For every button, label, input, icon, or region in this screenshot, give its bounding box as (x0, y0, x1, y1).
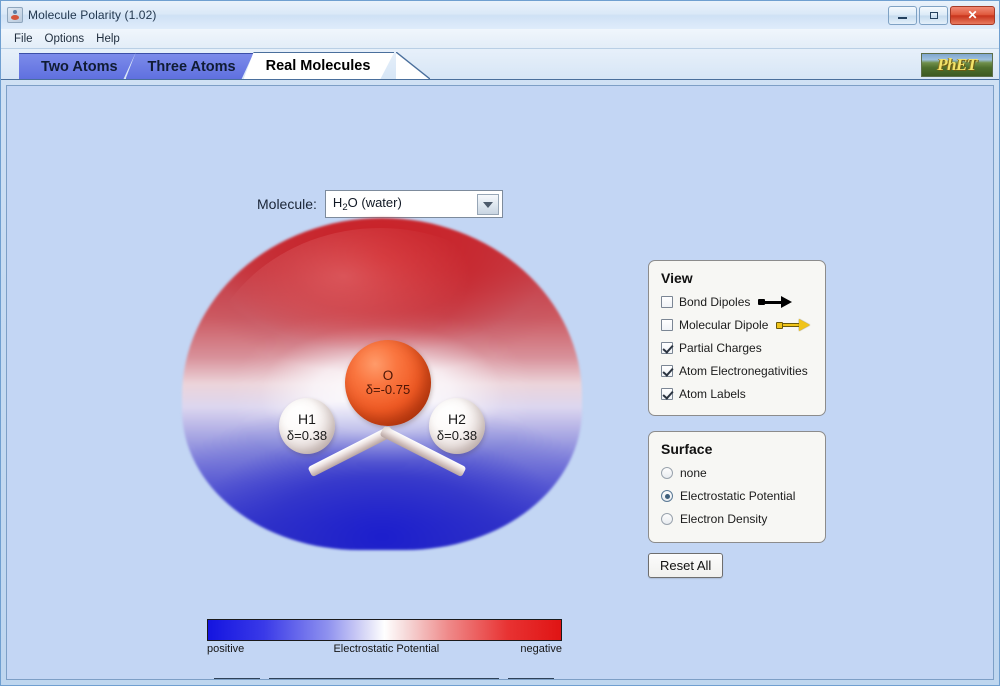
tab-label: Two Atoms (41, 58, 118, 75)
maximize-icon (920, 7, 947, 24)
checkbox-label: Atom Electronegativities (679, 364, 808, 378)
checkbox-bond-dipoles[interactable] (661, 296, 673, 308)
molecule-selector-row: Molecule: H2O (water) (257, 190, 503, 218)
tab-label: Real Molecules (265, 58, 371, 74)
checkbox-atom-electronegativities[interactable] (661, 365, 673, 377)
checkbox-row-atom-labels[interactable]: Atom Labels (661, 387, 825, 401)
window-title: Molecule Polarity (1.02) (28, 8, 157, 22)
radio-label: none (680, 466, 707, 480)
element-box-b[interactable]: B 2.0 (269, 678, 315, 679)
molecule-dropdown[interactable]: H2O (water) (324, 190, 503, 218)
tab-label: Three Atoms (147, 58, 236, 75)
checkbox-label: Bond Dipoles (679, 295, 751, 309)
checkbox-molecular-dipole[interactable] (661, 319, 673, 331)
molecule-value: H2O (water) (332, 195, 402, 213)
color-key-right-label: negative (520, 643, 562, 655)
radio-row-electron-density[interactable]: Electron Density (661, 512, 825, 526)
menu-item-file[interactable]: File (8, 32, 39, 46)
radio-row-none[interactable]: none (661, 466, 825, 480)
tab-two-atoms[interactable]: Two Atoms (19, 53, 136, 79)
atom-symbol: H2 (448, 410, 466, 427)
element-box-n[interactable]: N 3.0 (361, 678, 407, 679)
tab-three-atoms[interactable]: Three Atoms (126, 53, 254, 79)
electronegativity-boxes: H 2.1 B 2.0 C 2.5 N 3.0 (214, 678, 554, 679)
element-box-o[interactable]: O 3.5 (407, 678, 453, 679)
title-bar: Molecule Polarity (1.02) ✕ (1, 1, 999, 29)
radio-surface-none[interactable] (661, 467, 673, 479)
radio-surface-electrostatic-potential[interactable] (661, 490, 673, 502)
electrostatic-potential-color-key: positive Electrostatic Potential negativ… (207, 619, 562, 655)
element-box-cl[interactable]: Cl 3.0 (508, 678, 554, 679)
menu-bar: File Options Help (1, 29, 999, 49)
window-controls: ✕ (888, 5, 997, 25)
radio-label: Electrostatic Potential (680, 489, 796, 503)
radio-label: Electron Density (680, 512, 768, 526)
radio-row-electrostatic-potential[interactable]: Electrostatic Potential (661, 489, 825, 503)
menu-item-help[interactable]: Help (90, 32, 126, 46)
checkbox-partial-charges[interactable] (661, 342, 673, 354)
atom-oxygen[interactable]: O δ=-0.75 (345, 340, 431, 426)
phet-logo[interactable]: PhET (921, 53, 993, 77)
molecule-viewport[interactable]: O δ=-0.75 H1 δ=0.38 H2 δ=0.38 (182, 218, 592, 558)
atom-symbol: O (382, 368, 394, 384)
molecule-label: Molecule: (257, 196, 317, 212)
checkbox-label: Atom Labels (679, 387, 746, 401)
minimize-icon (889, 7, 916, 24)
surface-panel-title: Surface (661, 441, 713, 457)
phet-logo-text: PhET (937, 55, 977, 74)
reset-all-button[interactable]: Reset All (648, 553, 724, 578)
checkbox-row-atom-electronegativities[interactable]: Atom Electronegativities (661, 364, 825, 378)
maximize-button[interactable] (919, 5, 948, 25)
color-key-center-label: Electrostatic Potential (333, 643, 440, 655)
molecular-dipole-arrow-icon (776, 319, 811, 331)
element-box-c[interactable]: C 2.5 (315, 678, 361, 679)
element-box-h[interactable]: H 2.1 (214, 678, 260, 679)
color-gradient-bar (207, 619, 562, 641)
tab-bar: Two Atoms Three Atoms Real Molecules PhE… (1, 49, 999, 80)
atom-partial-charge: δ=0.38 (286, 427, 328, 443)
tab-edge-decoration (396, 52, 430, 79)
atom-partial-charge: δ=-0.75 (365, 382, 411, 398)
atom-partial-charge: δ=0.38 (436, 427, 478, 443)
tab-real-molecules[interactable]: Real Molecules (244, 52, 395, 79)
application-window: Molecule Polarity (1.02) ✕ File Options … (0, 0, 1000, 686)
surface-panel: Surface none Electrostatic Potential Ele… (648, 431, 826, 543)
checkbox-atom-labels[interactable] (661, 388, 673, 400)
checkbox-row-molecular-dipole[interactable]: Molecular Dipole (661, 318, 825, 332)
view-panel: View Bond Dipoles Molecular Dipole Parti… (648, 260, 826, 416)
menu-item-options[interactable]: Options (39, 32, 91, 46)
close-icon: ✕ (967, 8, 978, 22)
checkbox-label: Molecular Dipole (679, 318, 769, 332)
minimize-button[interactable] (888, 5, 917, 25)
electronegativity-group-3: Cl 3.0 (508, 678, 554, 679)
atom-hydrogen-1[interactable]: H1 δ=0.38 (279, 398, 335, 454)
element-box-f[interactable]: F 4.0 (453, 678, 499, 679)
atom-electronegativity-scale: H 2.1 B 2.0 C 2.5 N 3.0 (214, 678, 554, 679)
app-icon (7, 7, 23, 23)
checkbox-row-partial-charges[interactable]: Partial Charges (661, 341, 825, 355)
electronegativity-group-2: B 2.0 C 2.5 N 3.0 O 3.5 (269, 678, 499, 679)
color-key-labels: positive Electrostatic Potential negativ… (207, 643, 562, 655)
color-key-left-label: positive (207, 643, 245, 655)
electronegativity-group-1: H 2.1 (214, 678, 260, 679)
checkbox-label: Partial Charges (679, 341, 762, 355)
atom-symbol: H1 (298, 410, 316, 427)
close-button[interactable]: ✕ (950, 5, 995, 25)
simulation-canvas: Molecule: H2O (water) O δ=-0.75 H1 δ=0.3… (6, 85, 994, 680)
checkbox-row-bond-dipoles[interactable]: Bond Dipoles (661, 295, 825, 309)
view-panel-title: View (661, 270, 693, 286)
bond-dipole-arrow-icon (758, 296, 793, 308)
atom-hydrogen-2[interactable]: H2 δ=0.38 (429, 398, 485, 454)
radio-surface-electron-density[interactable] (661, 513, 673, 525)
chevron-down-icon[interactable] (476, 194, 499, 215)
